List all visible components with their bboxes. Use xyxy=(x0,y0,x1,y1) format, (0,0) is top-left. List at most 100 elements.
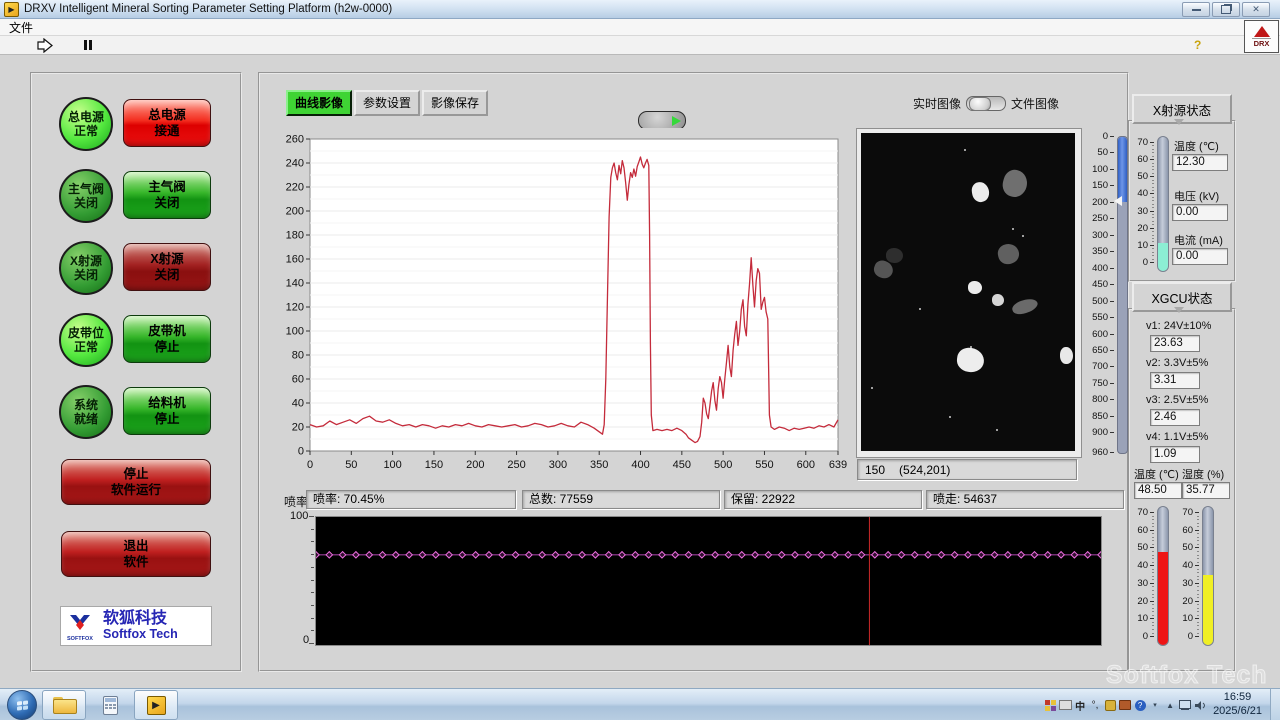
sidebar-button-2[interactable]: X射源关闭 xyxy=(123,243,211,291)
xray-field-label-0: 温度 (℃) xyxy=(1174,138,1219,154)
scale-label-500: 500 xyxy=(1084,296,1108,307)
stop-software-button[interactable]: 停止 软件运行 xyxy=(61,459,211,505)
scale-label-650: 650 xyxy=(1084,345,1108,356)
sidebar-button-3[interactable]: 皮带机停止 xyxy=(123,315,211,363)
system-tray: 中 °, ? ▾ ▲ 16:59 2025/6/21 xyxy=(1042,689,1280,720)
tray-show-hidden-icon[interactable]: ▲ xyxy=(1163,698,1177,712)
svg-text:400: 400 xyxy=(631,459,649,471)
xgcu-field-value-1: 3.31 xyxy=(1150,372,1200,389)
indicator-led-4: 系统就绪 xyxy=(59,385,113,439)
xray-status-title: X射源状态 xyxy=(1153,100,1211,119)
windows-flag-icon xyxy=(17,700,28,710)
scale-label-450: 450 xyxy=(1084,279,1108,290)
explorer-folder-icon xyxy=(53,697,75,713)
calculator-icon xyxy=(103,696,118,715)
svg-text:20: 20 xyxy=(292,422,304,434)
image-scrollbar[interactable] xyxy=(1117,136,1128,454)
sidebar-button-0[interactable]: 总电源接通 xyxy=(123,99,211,147)
image-mode-switch[interactable] xyxy=(966,96,1006,111)
exit-software-button[interactable]: 退出 软件 xyxy=(61,531,211,577)
switch-knob[interactable] xyxy=(969,97,991,111)
clock-date: 2025/6/21 xyxy=(1213,705,1262,719)
tray-network-icon[interactable] xyxy=(1178,698,1192,712)
svg-text:250: 250 xyxy=(507,459,525,471)
mode-label-file: 文件图像 xyxy=(1011,95,1059,112)
tab-1[interactable]: 参数设置 xyxy=(354,90,420,116)
svg-text:350: 350 xyxy=(590,459,608,471)
menu-bar: 文件 xyxy=(0,19,1280,36)
drx-mountain-icon xyxy=(1254,26,1270,37)
start-button[interactable] xyxy=(7,690,37,720)
header-notch-icon xyxy=(1174,119,1184,125)
scale-label-750: 750 xyxy=(1084,378,1108,389)
indicator-led-3: 皮带位正常 xyxy=(59,313,113,367)
button-line2: 接通 xyxy=(154,123,179,139)
speck-dot-0 xyxy=(964,149,966,151)
scale-label-200: 200 xyxy=(1084,197,1108,208)
tray-keyboard-icon[interactable] xyxy=(1058,698,1072,712)
mineral-particle-0 xyxy=(970,181,990,204)
speck-dot-4 xyxy=(871,387,873,389)
button-line1: 给料机 xyxy=(148,395,186,411)
led-line2: 正常 xyxy=(74,340,98,354)
rate-axis-min-label: 0 xyxy=(303,634,309,646)
scale-label-300: 300 xyxy=(1084,230,1108,241)
tray-ime-indicator[interactable]: 中 xyxy=(1073,698,1087,712)
button-line1: X射源 xyxy=(150,251,183,267)
image-status-field: 150 (524,201) xyxy=(857,459,1077,480)
scrollbar-pointer-icon[interactable] xyxy=(1114,196,1122,206)
button-line1: 皮带机 xyxy=(148,323,186,339)
tray-help-icon[interactable]: ? xyxy=(1133,698,1147,712)
minimize-button[interactable] xyxy=(1182,2,1210,17)
tab-2[interactable]: 影像保存 xyxy=(422,90,488,116)
image-scroll-scale: 0501001502002503003504004505005506006507… xyxy=(1084,130,1128,460)
tray-tools-icon[interactable] xyxy=(1118,698,1132,712)
sidebar-button-4[interactable]: 给料机停止 xyxy=(123,387,211,435)
tab-bar: 曲线影像参数设置影像保存 xyxy=(286,90,488,116)
tray-punct-icon[interactable]: °, xyxy=(1088,698,1102,712)
svg-text:0: 0 xyxy=(307,459,313,471)
drx-badge-text: DRX xyxy=(1252,38,1272,48)
logo-cn: 软狐科技 xyxy=(103,611,178,628)
taskbar-explorer-button[interactable] xyxy=(42,690,86,720)
xray-field-value-0: 12.30 xyxy=(1172,154,1228,171)
pause-button-icon[interactable] xyxy=(84,40,94,50)
close-button[interactable]: ✕ xyxy=(1242,2,1270,17)
led-line2: 就绪 xyxy=(74,412,98,426)
xgcu-status-title: XGCU状态 xyxy=(1151,288,1212,307)
context-help-icon[interactable]: ? xyxy=(1194,38,1201,52)
logo-en: Softfox Tech xyxy=(103,628,178,641)
counter-field-1: 总数: 77559 xyxy=(522,490,720,509)
restore-button[interactable] xyxy=(1212,2,1240,17)
tray-brush-icon[interactable] xyxy=(1103,698,1117,712)
svg-text:260: 260 xyxy=(286,134,304,146)
mineral-particle-1 xyxy=(1000,167,1030,199)
stop-button-line2: 软件运行 xyxy=(111,482,161,498)
tab-0[interactable]: 曲线影像 xyxy=(286,90,352,116)
taskbar-calculator-button[interactable] xyxy=(91,690,129,720)
button-line1: 主气阀 xyxy=(148,179,186,195)
tray-caret-icon[interactable]: ▾ xyxy=(1148,698,1162,712)
xgcu-field-value-3: 1.09 xyxy=(1150,446,1200,463)
tray-grid-icon[interactable] xyxy=(1043,698,1057,712)
xray-field-value-1: 0.00 xyxy=(1172,204,1228,221)
sidebar-button-1[interactable]: 主气阀关闭 xyxy=(123,171,211,219)
clock[interactable]: 16:59 2025/6/21 xyxy=(1213,691,1262,719)
counter-field-0: 喷率: 70.45% xyxy=(306,490,516,509)
led-line1: X射源 xyxy=(70,254,102,268)
run-button-icon[interactable] xyxy=(37,38,54,53)
taskbar-labview-button[interactable]: ▶ xyxy=(134,690,178,720)
tray-volume-icon[interactable] xyxy=(1193,698,1207,712)
counter-field-3: 喷走: 54637 xyxy=(926,490,1124,509)
indicator-led-0: 总电源正常 xyxy=(59,97,113,151)
exit-button-line1: 退出 xyxy=(123,538,148,554)
svg-text:639: 639 xyxy=(829,459,847,471)
svg-text:150: 150 xyxy=(425,459,443,471)
mineral-particle-8 xyxy=(955,346,985,374)
menu-file[interactable]: 文件 xyxy=(0,19,42,36)
xgcu-field-label-2: v3: 2.5V±5% xyxy=(1146,394,1208,406)
scale-label-100: 100 xyxy=(1084,164,1108,175)
speck-dot-6 xyxy=(996,429,998,431)
xgcu-field-value-0: 23.63 xyxy=(1150,335,1200,352)
show-desktop-button[interactable] xyxy=(1270,689,1280,720)
